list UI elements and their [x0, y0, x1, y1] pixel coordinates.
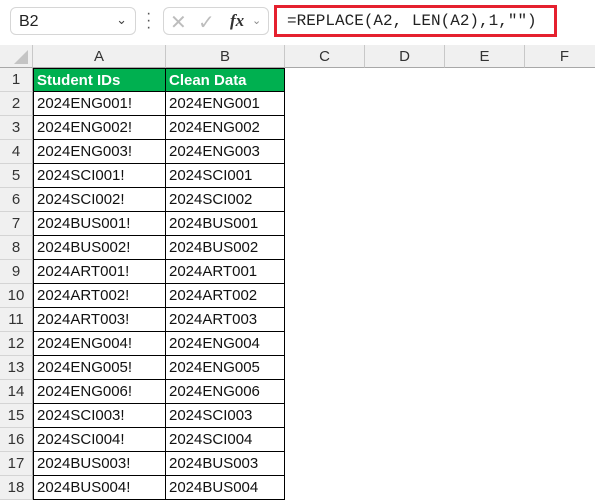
table-cell[interactable]: 2024SCI002 [166, 188, 285, 212]
table-cell[interactable]: 2024ENG001 [166, 92, 285, 116]
row-header-5[interactable]: 5 [0, 164, 33, 188]
table-header-cell[interactable]: Clean Data [166, 68, 285, 92]
table-cell[interactable]: 2024ENG006 [166, 380, 285, 404]
formula-text: =REPLACE(A2, LEN(A2),1,"") [287, 12, 537, 30]
table-cell[interactable]: 2024ENG001! [33, 92, 166, 116]
table-cell[interactable]: 2024SCI003! [33, 404, 166, 428]
row-header-6[interactable]: 6 [0, 188, 33, 212]
chevron-down-icon[interactable]: ⌄ [116, 12, 127, 28]
chevron-down-icon[interactable]: ⌄ [252, 14, 261, 27]
table-cell[interactable]: 2024BUS004 [166, 476, 285, 500]
row-header-9[interactable]: 9 [0, 260, 33, 284]
formula-controls: ✕ ✓ fx ⌄ [163, 7, 269, 35]
row-header-10[interactable]: 10 [0, 284, 33, 308]
row-header-13[interactable]: 13 [0, 356, 33, 380]
table-cell[interactable]: 2024BUS002! [33, 236, 166, 260]
table-cell[interactable]: 2024SCI003 [166, 404, 285, 428]
table-cell[interactable]: 2024SCI004! [33, 428, 166, 452]
row-header-18[interactable]: 18 [0, 476, 33, 500]
table-cell[interactable]: 2024BUS001 [166, 212, 285, 236]
column-header-c[interactable]: C [285, 45, 365, 68]
table-cell[interactable]: 2024SCI002! [33, 188, 166, 212]
table-cell[interactable]: 2024BUS003! [33, 452, 166, 476]
row-header-2[interactable]: 2 [0, 92, 33, 116]
table-cell[interactable]: 2024ENG004 [166, 332, 285, 356]
name-box-value: B2 [19, 13, 39, 30]
row-header-12[interactable]: 12 [0, 332, 33, 356]
table-cell[interactable]: 2024ENG002 [166, 116, 285, 140]
table-cell[interactable]: 2024ART001 [166, 260, 285, 284]
table-cell[interactable]: 2024BUS001! [33, 212, 166, 236]
table-cell[interactable]: 2024ENG003! [33, 140, 166, 164]
select-all-button[interactable] [0, 45, 33, 68]
column-header-a[interactable]: A [33, 45, 166, 68]
select-all-triangle-icon [14, 50, 28, 64]
table-cell[interactable]: 2024SCI001 [166, 164, 285, 188]
row-header-3[interactable]: 3 [0, 116, 33, 140]
cancel-icon[interactable]: ✕ [170, 10, 187, 35]
table-cell[interactable]: 2024ART002 [166, 284, 285, 308]
row-header-7[interactable]: 7 [0, 212, 33, 236]
column-header-d[interactable]: D [365, 45, 445, 68]
table-cell[interactable]: 2024BUS003 [166, 452, 285, 476]
name-box[interactable]: B2 ⌄ [10, 7, 136, 35]
row-header-11[interactable]: 11 [0, 308, 33, 332]
table-cell[interactable]: 2024ENG004! [33, 332, 166, 356]
table-cell[interactable]: 2024ART003 [166, 308, 285, 332]
insert-function-icon[interactable]: fx [230, 11, 244, 31]
table-cell[interactable]: 2024BUS002 [166, 236, 285, 260]
table-cell[interactable]: 2024ENG003 [166, 140, 285, 164]
column-header-e[interactable]: E [445, 45, 525, 68]
table-header-cell[interactable]: Student IDs [33, 68, 166, 92]
row-header-8[interactable]: 8 [0, 236, 33, 260]
table-cell[interactable]: 2024ART003! [33, 308, 166, 332]
table-cell[interactable]: 2024ART001! [33, 260, 166, 284]
column-header-b[interactable]: B [166, 45, 285, 68]
formula-input[interactable]: =REPLACE(A2, LEN(A2),1,"") [274, 5, 557, 37]
row-header-14[interactable]: 14 [0, 380, 33, 404]
table-cell[interactable]: 2024SCI004 [166, 428, 285, 452]
table-cell[interactable]: 2024ENG002! [33, 116, 166, 140]
row-header-16[interactable]: 16 [0, 428, 33, 452]
row-header-17[interactable]: 17 [0, 452, 33, 476]
table-cell[interactable]: 2024ART002! [33, 284, 166, 308]
row-header-1[interactable]: 1 [0, 68, 33, 92]
table-cell[interactable]: 2024BUS004! [33, 476, 166, 500]
table-cell[interactable]: 2024ENG006! [33, 380, 166, 404]
column-header-f[interactable]: F [525, 45, 595, 68]
table-cell[interactable]: 2024ENG005! [33, 356, 166, 380]
row-header-15[interactable]: 15 [0, 404, 33, 428]
table-cell[interactable]: 2024SCI001! [33, 164, 166, 188]
table-cell[interactable]: 2024ENG005 [166, 356, 285, 380]
row-header-4[interactable]: 4 [0, 140, 33, 164]
formula-bar: B2 ⌄ · · · ✕ ✓ fx ⌄ =REPLACE(A2, LEN(A2),1… [0, 0, 595, 45]
enter-icon[interactable]: ✓ [198, 10, 215, 35]
more-options-icon[interactable]: · · · [146, 6, 151, 36]
